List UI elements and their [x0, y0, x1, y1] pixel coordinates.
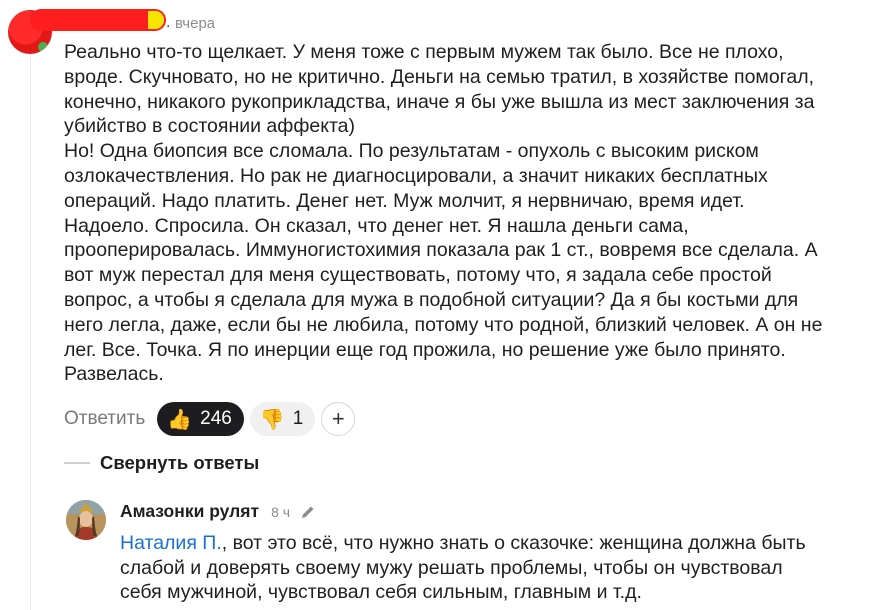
- comment-paragraph: Реально что-то щелкает. У меня тоже с пе…: [64, 41, 815, 138]
- pencil-icon: [300, 504, 316, 520]
- comment-date: вчера: [175, 15, 216, 32]
- add-reaction-button[interactable]: +: [321, 402, 356, 436]
- collapse-replies-label: Свернуть ответы: [100, 452, 260, 473]
- separator-dot: .: [166, 14, 171, 31]
- reply-author-name[interactable]: Амазонки рулят: [120, 501, 259, 522]
- like-button[interactable]: 👍 246: [157, 402, 244, 436]
- reply-text: Наталия П., вот это всё, что нужно знать…: [120, 531, 860, 605]
- comment-actions: Ответить 👍 246 👎 1 +: [64, 402, 356, 436]
- like-count: 246: [200, 408, 232, 429]
- mention-link[interactable]: Наталия П.: [120, 532, 222, 554]
- thread-line: [30, 50, 31, 610]
- thumbs-down-icon: 👎: [259, 408, 285, 431]
- comment-paragraph: Но! Одна биопсия все сломала. По результ…: [64, 140, 823, 386]
- dislike-button[interactable]: 👎 1: [249, 402, 316, 436]
- collapse-replies-button[interactable]: Свернуть ответы: [64, 452, 259, 474]
- reply-time: 8 ч: [271, 503, 291, 520]
- dislike-count: 1: [292, 408, 304, 429]
- avatar-image: [66, 500, 106, 540]
- redacted-author-name: [32, 11, 164, 29]
- collapse-dash-icon: [64, 462, 90, 464]
- plus-icon: +: [331, 406, 345, 431]
- thumbs-up-icon: 👍: [167, 408, 193, 431]
- reply-author-avatar[interactable]: [66, 500, 106, 540]
- online-status-dot: [38, 42, 48, 52]
- reply-header: Амазонки рулят 8 ч: [120, 501, 316, 522]
- comment-text: Реально что-то щелкает. У меня тоже с пе…: [64, 40, 864, 387]
- reply-button[interactable]: Ответить: [64, 408, 145, 430]
- reply-text-content: , вот это всё, что нужно знать о сказочк…: [120, 532, 806, 603]
